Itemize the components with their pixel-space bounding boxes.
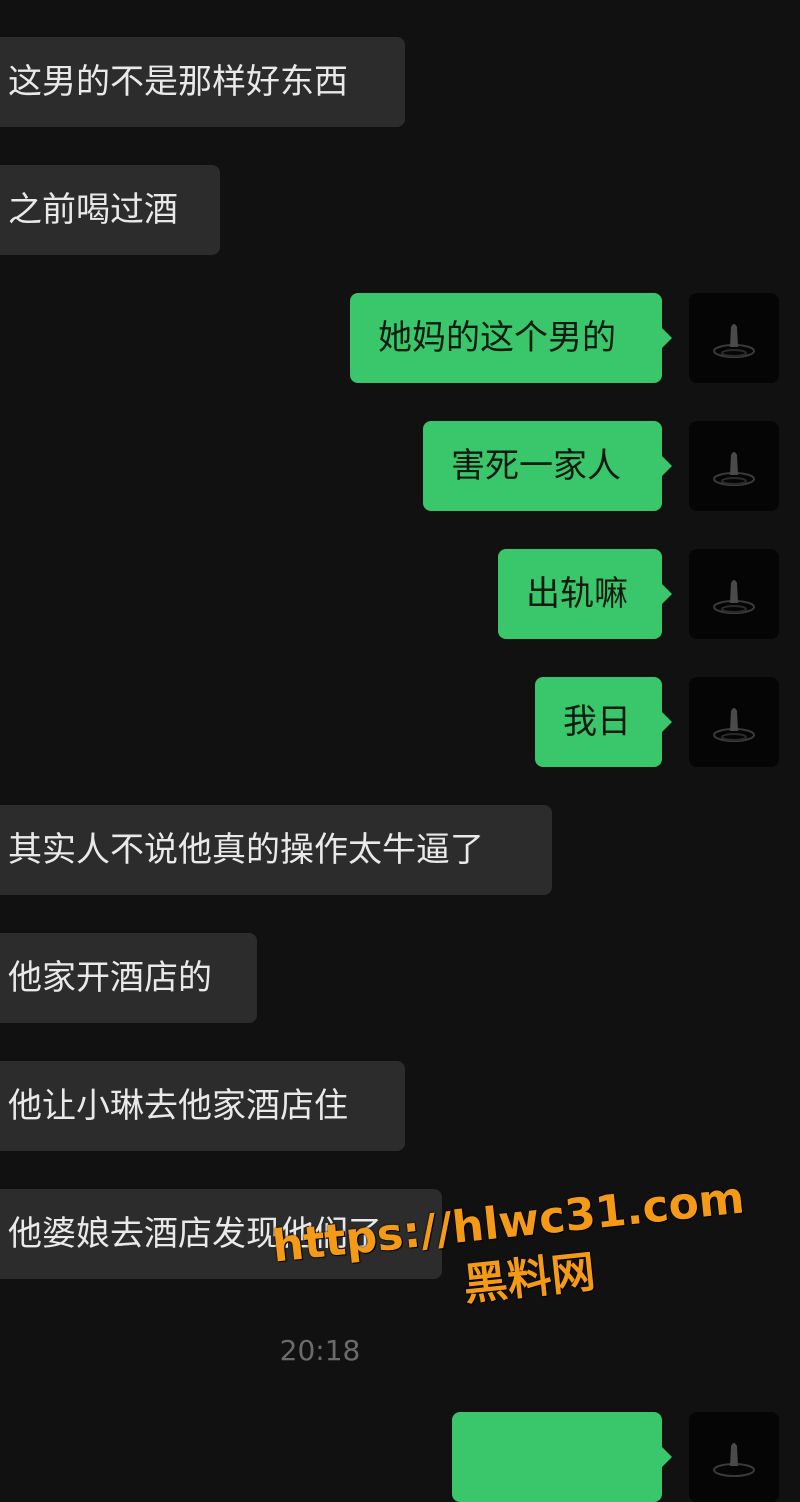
message-text: 他家开酒店的 [8,958,212,998]
message-text: 她妈的这个男的 [378,318,616,358]
avatar[interactable] [689,1412,779,1502]
outgoing-message-bubble[interactable]: 出轨嘛 [498,549,672,639]
incoming-message-bubble[interactable]: 他让小琳去他家酒店住 [0,1061,405,1151]
water-drop-avatar-icon [713,580,755,614]
water-drop-avatar-icon [713,324,755,358]
water-drop-avatar-icon [713,1443,755,1477]
avatar[interactable] [689,421,779,511]
water-drop-avatar-icon [713,452,755,486]
message-text: 之前喝过酒 [8,190,178,230]
avatar[interactable] [689,549,779,639]
message-text: 我日 [563,702,631,742]
incoming-message-bubble[interactable]: 这男的不是那样好东西 [0,37,405,127]
incoming-message-bubble[interactable]: 其实人不说他真的操作太牛逼了 [0,805,552,895]
message-timestamp: 20:18 [279,1334,361,1367]
outgoing-message-bubble[interactable]: 我日 [535,677,672,767]
message-text: 这男的不是那样好东西 [8,62,348,102]
avatar[interactable] [689,677,779,767]
outgoing-message-bubble[interactable]: 害死一家人 [423,421,672,511]
message-text: 其实人不说他真的操作太牛逼了 [8,830,484,870]
chat-message-list[interactable]: 这男的不是那样好东西 之前喝过酒 她妈的这个男的 害死一家人 出轨嘛 我日 其实… [0,0,800,1502]
incoming-message-bubble[interactable]: 之前喝过酒 [0,165,220,255]
message-text: 出轨嘛 [526,574,628,614]
outgoing-message-bubble[interactable]: 她妈的这个男的 [350,293,672,383]
message-text: 害死一家人 [451,446,621,486]
incoming-message-bubble[interactable]: 他家开酒店的 [0,933,257,1023]
avatar[interactable] [689,293,779,383]
water-drop-avatar-icon [713,708,755,742]
outgoing-message-bubble[interactable] [452,1412,672,1502]
message-text: 他让小琳去他家酒店住 [8,1086,348,1126]
